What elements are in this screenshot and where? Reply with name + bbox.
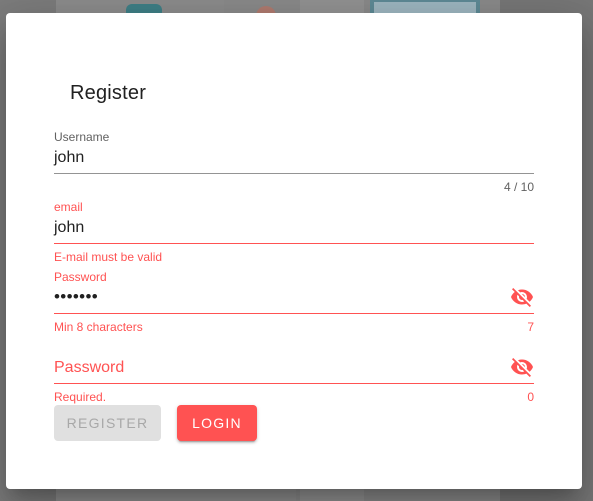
email-label: email: [54, 200, 83, 214]
email-input[interactable]: john: [54, 218, 84, 238]
password-confirm-counter: 0: [527, 390, 534, 404]
dialog-title: Register: [70, 82, 147, 104]
password-confirm-input[interactable]: Password: [54, 358, 124, 378]
password-confirm-field[interactable]: Password Required. 0: [54, 339, 534, 405]
password-hint-message: Min 8 characters: [54, 320, 143, 334]
register-dialog: Register Username john 4 / 10 email john…: [6, 13, 582, 489]
password-confirm-underline: [54, 383, 534, 384]
email-field[interactable]: email john E-mail must be valid: [54, 199, 534, 265]
username-field[interactable]: Username john 4 / 10: [54, 129, 534, 195]
eye-off-icon[interactable]: [510, 285, 534, 309]
backdrop-panel: [56, 488, 296, 501]
username-counter: 4 / 10: [503, 180, 534, 194]
email-error-message: E-mail must be valid: [54, 250, 163, 264]
email-underline: [54, 243, 534, 244]
password-counter: 7: [527, 320, 534, 334]
login-button[interactable]: LOGIN: [177, 405, 257, 441]
password-input[interactable]: •••••••: [54, 287, 98, 307]
password-confirm-error-message: Required.: [54, 390, 107, 404]
password-label: Password: [54, 270, 107, 284]
password-underline: [54, 313, 534, 314]
eye-off-icon[interactable]: [510, 355, 534, 379]
register-button[interactable]: REGISTER: [54, 405, 161, 441]
username-label: Username: [54, 130, 110, 144]
username-underline: [54, 173, 534, 174]
password-field[interactable]: Password ••••••• Min 8 characters 7: [54, 269, 534, 335]
username-input[interactable]: john: [54, 148, 84, 168]
